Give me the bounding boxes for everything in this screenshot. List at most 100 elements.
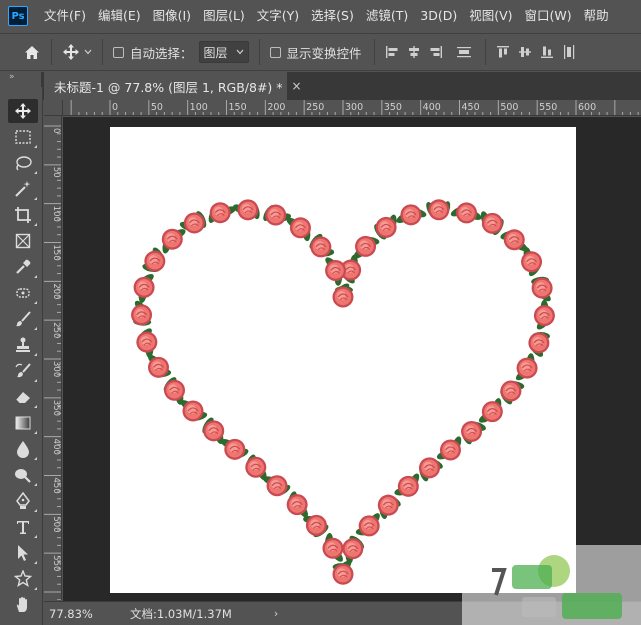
pen-tool-icon[interactable] [8, 489, 38, 513]
menu-image[interactable]: 图像(I) [147, 0, 197, 32]
rose [358, 515, 380, 537]
brush-tool-icon[interactable] [8, 307, 38, 331]
workspace[interactable] [63, 117, 641, 601]
menu-help[interactable]: 帮助 [578, 0, 615, 32]
horizontal-ruler: 0 50 100 150 200 250 300 350 400 450 500 550 600 [63, 100, 641, 116]
menu-type[interactable]: 文字(Y) [251, 0, 305, 32]
home-icon[interactable] [19, 39, 45, 65]
close-icon[interactable]: × [292, 79, 302, 93]
menu-bar: Ps 文件(F) 编辑(E) 图像(I) 图层(L) 文字(Y) 选择(S) 滤… [0, 0, 641, 32]
eraser-icon[interactable] [8, 385, 38, 409]
rose [481, 401, 503, 423]
clone-stamp-icon[interactable] [8, 333, 38, 357]
divider [258, 39, 260, 65]
ruler-v-label: 550 [51, 555, 61, 571]
ruler-h-label: 500 [500, 102, 518, 113]
ruler-h-label: 0 [112, 102, 118, 113]
ruler-v-label: 0 [51, 128, 61, 133]
vertical-ruler: 0 50 100 150 200 250 300 350 400 450 500 550 [44, 116, 62, 600]
menu-select[interactable]: 选择(S) [305, 0, 360, 32]
align-bottom-icon[interactable] [536, 39, 558, 65]
rose [439, 439, 461, 461]
align-right-icon[interactable] [425, 39, 447, 65]
menu-edit[interactable]: 编辑(E) [92, 0, 147, 32]
rose [237, 199, 259, 221]
eyedropper-icon[interactable] [8, 255, 38, 279]
rose [161, 228, 183, 250]
menu-window[interactable]: 窗口(W) [519, 0, 578, 32]
menu-view[interactable]: 视图(V) [463, 0, 518, 32]
frame-tool-icon[interactable] [8, 229, 38, 253]
rose [133, 276, 155, 298]
type-tool-icon[interactable] [8, 515, 38, 539]
divider [484, 39, 486, 65]
blur-tool-icon[interactable] [8, 437, 38, 461]
zoom-level[interactable]: 77.83% [44, 607, 104, 621]
distribute-h-icon[interactable] [453, 39, 475, 65]
align-left-icon[interactable] [381, 39, 403, 65]
menu-3d[interactable]: 3D(D) [414, 0, 463, 32]
dodge-tool-icon[interactable] [8, 463, 38, 487]
rose [310, 236, 332, 258]
layer-select-dropdown[interactable]: 图层 [198, 41, 249, 63]
rose [265, 204, 287, 226]
ruler-h-label: 550 [539, 102, 557, 113]
document-canvas[interactable] [110, 127, 576, 593]
chevron-right-icon[interactable]: › [274, 607, 278, 620]
align-center-h-icon[interactable] [403, 39, 425, 65]
rose [332, 563, 354, 585]
ruler-v-label: 450 [51, 478, 61, 494]
ruler-v-label: 50 [51, 167, 61, 178]
rose [289, 217, 311, 239]
tool-panel [0, 87, 43, 625]
hand-tool-icon[interactable] [8, 593, 38, 617]
rose [131, 304, 153, 326]
align-center-v-icon[interactable] [514, 39, 536, 65]
rose [332, 286, 354, 308]
move-options-icon[interactable] [58, 39, 84, 65]
path-selection-icon[interactable] [8, 541, 38, 565]
panel-collapse-icon[interactable]: » [0, 72, 41, 85]
magic-wand-icon[interactable] [8, 177, 38, 201]
rose [528, 332, 550, 354]
ruler-h-label: 100 [190, 102, 208, 113]
crop-tool-icon[interactable] [8, 203, 38, 227]
rose [203, 420, 225, 442]
ruler-h-label: 600 [578, 102, 596, 113]
rose [503, 229, 525, 251]
history-brush-icon[interactable] [8, 359, 38, 383]
site-watermark [462, 545, 641, 625]
rose [397, 475, 419, 497]
distribute-v-icon[interactable] [558, 39, 580, 65]
chevron-down-icon[interactable] [84, 49, 96, 55]
document-tab[interactable]: 未标题-1 @ 77.8% (图层 1, RGB/8#) * × [44, 72, 302, 100]
rose [500, 380, 522, 402]
marquee-tool-icon[interactable] [8, 125, 38, 149]
ruler-h-label: 50 [151, 102, 163, 113]
align-top-icon[interactable] [492, 39, 514, 65]
move-tool-icon[interactable] [8, 99, 38, 123]
ruler-v-label: 500 [51, 516, 61, 532]
options-bar: 自动选择： 图层 显示变换控件 [0, 33, 641, 71]
ruler-origin[interactable] [44, 100, 63, 116]
auto-select-checkbox[interactable] [113, 46, 124, 58]
menu-file[interactable]: 文件(F) [38, 0, 92, 32]
ruler-v-label: 350 [51, 400, 61, 416]
menu-layer[interactable]: 图层(L) [197, 0, 251, 32]
rose [531, 277, 553, 299]
ruler-v-label: 250 [51, 322, 61, 338]
rose [322, 537, 344, 559]
shape-tool-icon[interactable] [8, 567, 38, 591]
rose [136, 331, 158, 353]
gradient-tool-icon[interactable] [8, 411, 38, 435]
healing-brush-icon[interactable] [8, 281, 38, 305]
ruler-h-label: 300 [345, 102, 363, 113]
show-transform-label: 显示变换控件 [286, 45, 362, 61]
rose [266, 475, 288, 497]
lasso-tool-icon[interactable] [8, 151, 38, 175]
show-transform-checkbox[interactable] [269, 46, 281, 58]
document-info[interactable]: 文档:1.03M/1.37M [130, 606, 232, 622]
rose [516, 357, 538, 379]
menu-filter[interactable]: 滤镜(T) [360, 0, 414, 32]
rose [245, 456, 267, 478]
